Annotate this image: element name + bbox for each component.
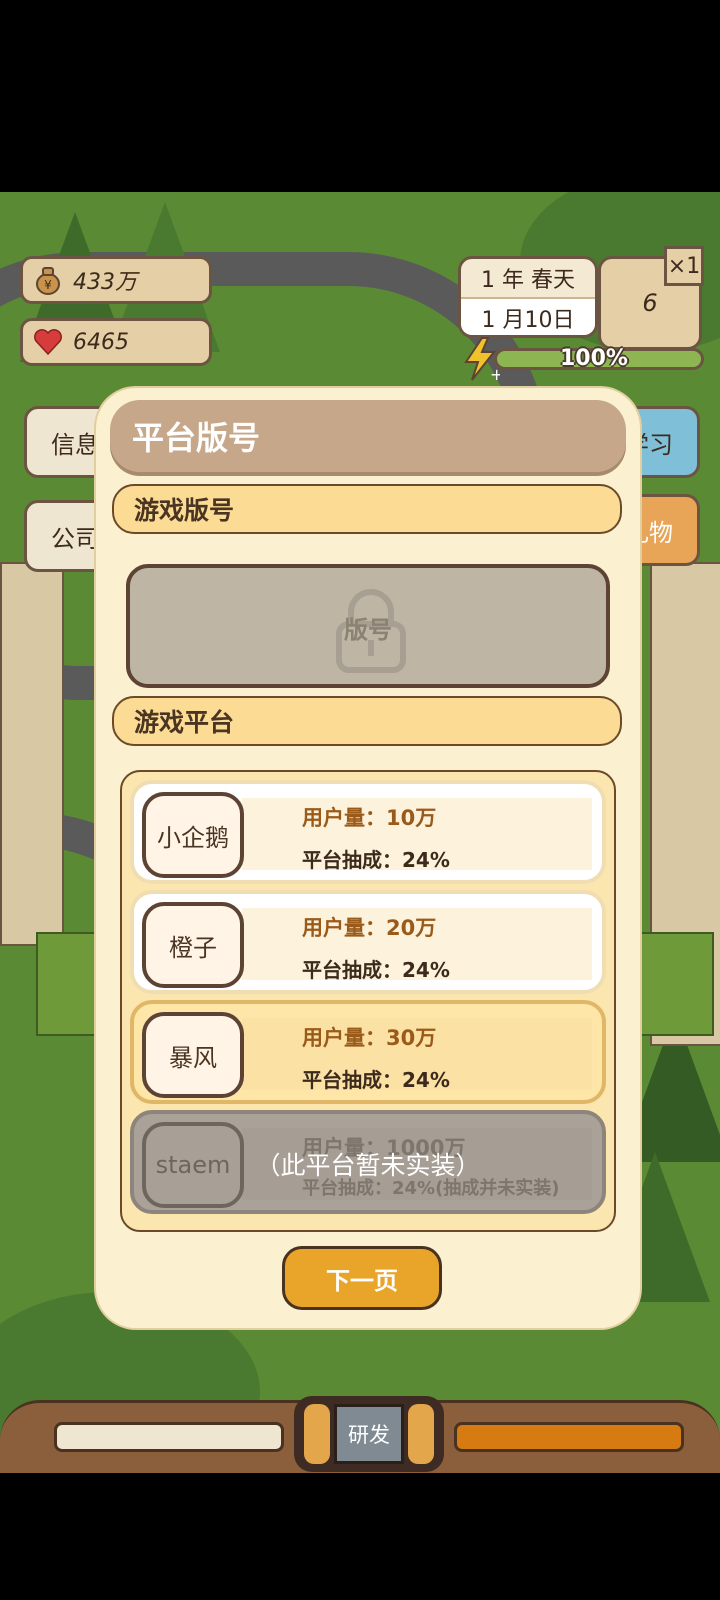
money-display: ¥ 433万 (20, 256, 212, 304)
speed-label: ×1 (667, 253, 701, 279)
money-bag-icon: ¥ (31, 263, 65, 297)
calendar-day: 6 (642, 289, 658, 317)
platform-item-xiaoqie[interactable]: 小企鹅 用户量：10万 平台抽成：24% (130, 780, 606, 884)
date-year: 1 年 春天 (481, 268, 575, 293)
platform-list: 小企鹅 用户量：10万 平台抽成：24% 橙子 用户量：20万 平台抽成：24%… (120, 770, 616, 1232)
wooden-wall (0, 562, 64, 946)
left-progress-bar (54, 1422, 284, 1452)
speed-button[interactable]: ×1 (664, 246, 704, 286)
company-button-label: 公司 (51, 524, 99, 553)
platform-item-chengzi[interactable]: 橙子 用户量：20万 平台抽成：24% (130, 890, 606, 994)
next-page-button[interactable]: 下一页 (282, 1246, 442, 1310)
platform-commission: 平台抽成：24% (302, 1068, 450, 1092)
platform-name: 橙子 (142, 902, 244, 988)
platform-commission: 平台抽成：24% (302, 848, 450, 872)
energy-percent: 100% (560, 346, 628, 371)
platform-section-header: 游戏平台 (112, 696, 622, 746)
controller-right-icon (408, 1404, 434, 1464)
money-value: 433万 (73, 270, 137, 295)
platform-name: 小企鹅 (142, 792, 244, 878)
license-section-header: 游戏版号 (112, 484, 622, 534)
fans-display: 6465 (20, 318, 212, 366)
develop-button[interactable]: 研发 (294, 1396, 444, 1472)
fans-value: 6465 (73, 329, 129, 355)
date-day: 1 月10日 (461, 297, 595, 335)
info-button-label: 信息 (51, 430, 99, 459)
svg-text:¥: ¥ (44, 278, 52, 292)
platform-locked-note: （此平台暂未实装） (255, 1151, 481, 1180)
platform-users: 用户量：30万 (302, 1026, 437, 1050)
platform-commission: 平台抽成：24% (302, 958, 450, 982)
platform-name: 暴风 (142, 1012, 244, 1098)
platform-license-dialog: 平台版号 游戏版号 版号 游戏平台 小企鹅 用户量：10万 平台抽成：24% 橙… (96, 388, 640, 1328)
platform-users: 用户量：10万 (302, 806, 437, 830)
right-progress-bar (454, 1422, 684, 1452)
platform-users: 用户量：20万 (302, 916, 437, 940)
platform-item-baofeng[interactable]: 暴风 用户量：30万 平台抽成：24% (130, 1000, 606, 1104)
date-display: 1 年 春天 1 月10日 (458, 256, 598, 338)
license-placeholder: 版号 (344, 616, 392, 644)
controller-left-icon (304, 1404, 330, 1464)
license-slot[interactable]: 版号 (126, 564, 610, 688)
develop-label: 研发 (334, 1404, 404, 1464)
platform-item-staem: staem 用户量：1000万 平台抽成：24%(抽成并未实装) （此平台暂未实… (130, 1110, 606, 1214)
heart-icon (31, 325, 65, 359)
dialog-title: 平台版号 (110, 400, 626, 472)
